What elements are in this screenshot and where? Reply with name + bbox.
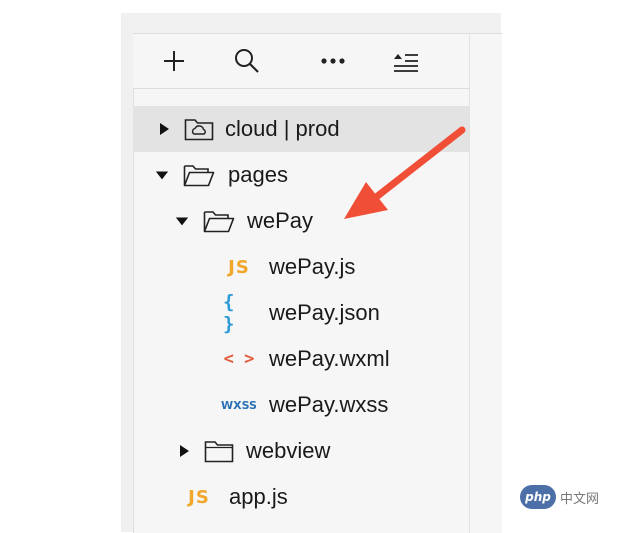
search-button[interactable] (232, 46, 262, 76)
collapse-all-button[interactable] (391, 46, 421, 76)
caret-right-icon[interactable] (177, 444, 191, 458)
annotation-arrow (344, 126, 466, 219)
more-icon (321, 58, 345, 64)
collapse-icon (394, 54, 418, 72)
js-file-icon: JS (188, 486, 210, 508)
folder-icon (203, 439, 235, 463)
plus-icon (164, 51, 184, 71)
cloud-folder-icon (183, 117, 215, 141)
tree-item-wepay-wxml[interactable]: < > wePay.wxml (133, 336, 469, 382)
wxml-file-icon: < > (223, 349, 255, 369)
caret-down-icon[interactable] (155, 168, 169, 182)
tree-item-label: webview (246, 438, 331, 463)
tree-item-wepay-json[interactable]: { } wePay.json (133, 290, 469, 336)
tree-item-label: wePay.json (269, 300, 380, 325)
wxss-file-icon: WXSS (221, 398, 257, 412)
tree-item-label: wePay.js (269, 254, 356, 279)
tree-item-webview[interactable]: webview (133, 428, 469, 474)
tree-item-label: pages (228, 162, 288, 187)
tree-item-wepay-js[interactable]: JS wePay.js (133, 244, 469, 290)
tree-item-app-js[interactable]: JS app.js (133, 474, 469, 520)
editor-edge (469, 33, 502, 533)
folder-open-icon (183, 163, 215, 187)
watermark-logo: php (520, 485, 556, 509)
tree-item-label: wePay.wxss (269, 392, 389, 417)
tree-item-wepay-wxss[interactable]: WXSS wePay.wxss (133, 382, 469, 428)
tree-item-label: app.js (229, 484, 288, 509)
watermark-text: 中文网 (560, 491, 600, 507)
js-file-icon: JS (228, 256, 250, 278)
search-icon (235, 49, 259, 73)
json-file-icon: { } (223, 291, 235, 335)
add-button[interactable] (159, 46, 189, 76)
tree-item-label: cloud | prod (225, 116, 340, 141)
explorer-toolbar (133, 34, 469, 89)
tree-item-label: wePay (247, 208, 314, 233)
caret-down-icon[interactable] (175, 214, 189, 228)
more-button[interactable] (318, 46, 348, 76)
folder-open-icon (203, 209, 235, 233)
site-watermark: php 中文网 (520, 483, 610, 511)
caret-right-icon[interactable] (157, 122, 171, 136)
tree-item-label: wePay.wxml (269, 346, 390, 371)
